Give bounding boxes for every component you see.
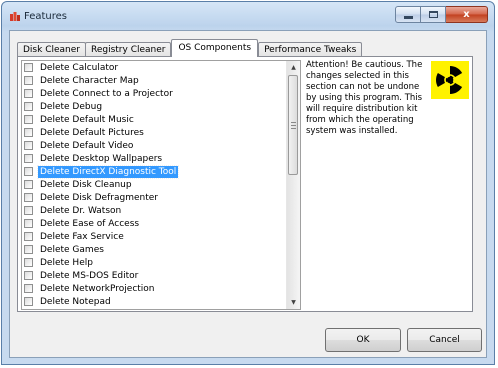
checkbox[interactable] <box>24 206 33 215</box>
minimize-button[interactable] <box>395 6 421 23</box>
list-item[interactable]: Delete Connect to a Projector <box>22 87 286 100</box>
checkbox[interactable] <box>24 245 33 254</box>
tab-strip: Disk Cleaner Registry Cleaner OS Compone… <box>17 39 363 57</box>
list-item[interactable]: Delete Character Map <box>22 74 286 87</box>
cancel-button[interactable]: Cancel <box>407 328 482 352</box>
list-item-label: Delete MS-DOS Editor <box>40 270 139 281</box>
tab-os-components[interactable]: OS Components <box>171 39 259 57</box>
list-item[interactable]: Delete Default Music <box>22 113 286 126</box>
list-item-label: Delete Connect to a Projector <box>40 88 173 99</box>
close-button[interactable]: x <box>446 6 488 23</box>
list-item[interactable]: Delete Calculator <box>22 61 286 74</box>
tab-performance-tweaks[interactable]: Performance Tweaks <box>258 42 363 57</box>
list-item-label: Delete Disk Cleanup <box>40 179 132 190</box>
ok-button[interactable]: OK <box>325 328 401 352</box>
list-item-label: Delete Ease of Access <box>40 218 140 229</box>
checkbox[interactable] <box>24 219 33 228</box>
list-item-label: Delete Default Music <box>40 114 134 125</box>
list-item-label: Delete Fax Service <box>40 231 124 242</box>
window-title: Features <box>24 11 67 22</box>
checkbox[interactable] <box>24 89 33 98</box>
list-item-label: Delete Desktop Wallpapers <box>40 153 163 164</box>
checkbox[interactable] <box>24 180 33 189</box>
list-item-label: Delete Help <box>40 257 93 268</box>
title-bar[interactable]: Features x <box>2 2 494 30</box>
checkbox[interactable] <box>24 284 33 293</box>
maximize-button[interactable] <box>421 6 446 23</box>
list-item[interactable]: Delete Dr. Watson <box>22 204 286 217</box>
list-item-label: Delete DirectX Diagnostic Tool <box>36 164 180 179</box>
checkbox[interactable] <box>24 271 33 280</box>
scroll-thumb[interactable] <box>288 75 298 175</box>
list-item-label: Delete Default Video <box>40 140 134 151</box>
list-item-label: Delete Default Pictures <box>40 127 144 138</box>
list-item[interactable]: Delete Default Video <box>22 139 286 152</box>
list-item[interactable]: Delete Fax Service <box>22 230 286 243</box>
list-item[interactable]: Delete Ease of Access <box>22 217 286 230</box>
checkbox[interactable] <box>24 115 33 124</box>
minimize-icon <box>403 15 413 19</box>
tab-registry-cleaner[interactable]: Registry Cleaner <box>84 42 172 57</box>
features-window: Features x Disk Cleaner Registry Cleaner… <box>1 1 495 365</box>
checkbox[interactable] <box>24 128 33 137</box>
grip-icon <box>290 121 296 129</box>
checkbox[interactable] <box>24 76 33 85</box>
maximize-icon <box>428 11 438 18</box>
list-item[interactable]: Delete Games <box>22 243 286 256</box>
checkbox[interactable] <box>24 232 33 241</box>
list-item-label: Delete Disk Defragmenter <box>40 192 158 203</box>
checkbox[interactable] <box>24 258 33 267</box>
list-item-label: Delete Debug <box>40 101 103 112</box>
components-checklist[interactable]: Delete Calculator Delete Character Map Del… <box>21 60 301 310</box>
list-item-label: Delete Character Map <box>40 75 139 86</box>
list-item[interactable]: Delete NetworkProjection <box>22 282 286 295</box>
list-item-label: Delete Calculator <box>40 62 119 73</box>
vertical-scrollbar[interactable]: ▲ ▼ <box>286 61 300 309</box>
app-icon <box>10 12 20 21</box>
list-item[interactable]: Delete Help <box>22 256 286 269</box>
dialog-client: Disk Cleaner Registry Cleaner OS Compone… <box>9 30 487 358</box>
checkbox[interactable] <box>24 193 33 202</box>
warning-text: Attention! Be cautious. The changes sele… <box>306 60 423 136</box>
checkbox[interactable] <box>24 297 33 306</box>
radiation-icon <box>431 61 469 99</box>
list-item[interactable]: Delete Desktop Wallpapers <box>22 152 286 165</box>
list-item-label: Delete NetworkProjection <box>40 283 155 294</box>
list-item[interactable]: Delete Default Pictures <box>22 126 286 139</box>
tab-disk-cleaner[interactable]: Disk Cleaner <box>17 42 86 57</box>
checkbox[interactable] <box>24 141 33 150</box>
list-item[interactable]: Delete Disk Defragmenter <box>22 191 286 204</box>
checklist-items: Delete Calculator Delete Character Map Del… <box>22 61 286 310</box>
checkbox[interactable] <box>24 167 33 176</box>
os-components-panel: Delete Calculator Delete Character Map Del… <box>17 56 473 312</box>
caption-buttons: x <box>395 6 488 23</box>
list-item[interactable]: Delete Disk Cleanup <box>22 178 286 191</box>
list-item-label: Delete Games <box>40 244 104 255</box>
list-item[interactable]: Delete Notepad <box>22 295 286 308</box>
checkbox[interactable] <box>24 102 33 111</box>
list-item-label: Delete Notepad <box>40 296 111 307</box>
close-icon: x <box>463 9 470 20</box>
scroll-up-icon[interactable]: ▲ <box>287 61 300 74</box>
list-item-label: Delete Dr. Watson <box>40 205 122 216</box>
list-item-label: Delete Paint <box>38 309 97 310</box>
checkbox[interactable] <box>24 154 33 163</box>
list-item[interactable]: Delete Paint <box>22 308 286 310</box>
list-item[interactable]: Delete DirectX Diagnostic Tool <box>22 164 286 179</box>
checkbox[interactable] <box>24 63 33 72</box>
list-item[interactable]: Delete MS-DOS Editor <box>22 269 286 282</box>
scroll-down-icon[interactable]: ▼ <box>287 296 300 309</box>
list-item[interactable]: Delete Debug <box>22 100 286 113</box>
